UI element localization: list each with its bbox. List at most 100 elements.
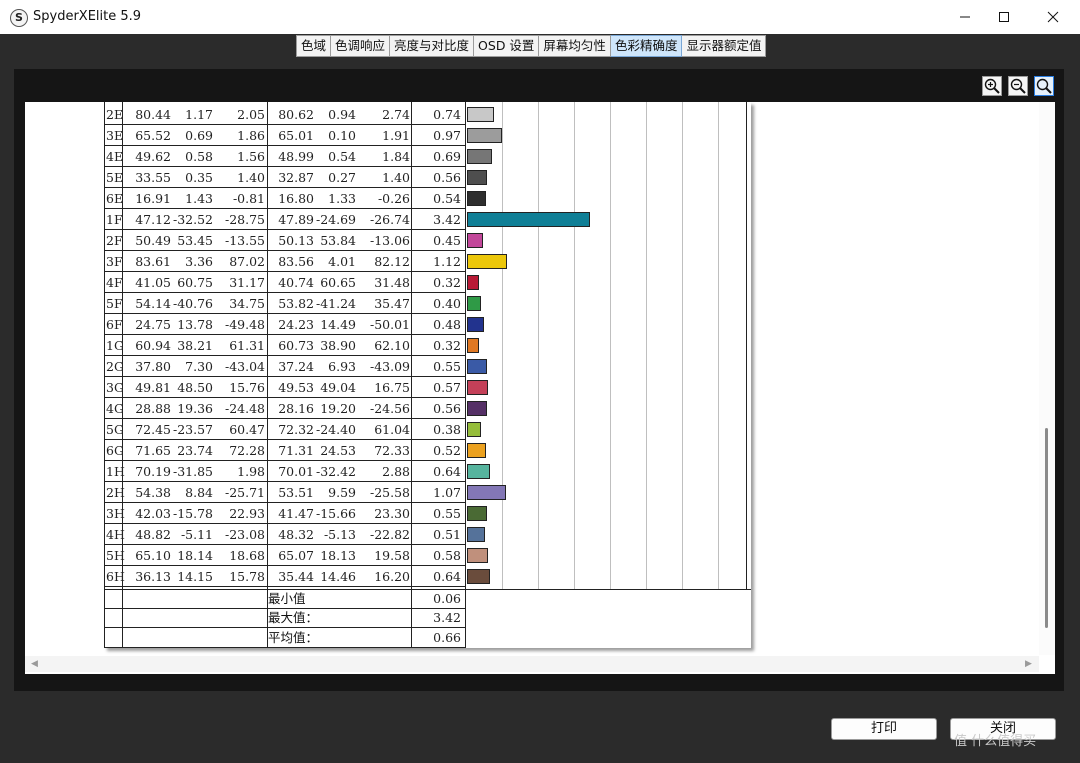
patch-id: 3E (106, 128, 124, 143)
maximize-button[interactable] (981, 0, 1027, 34)
delta-e-value: 0.45 (433, 233, 461, 248)
lab-value: -32.52 (172, 212, 213, 227)
window-title: SpyderXElite 5.9 (33, 9, 142, 24)
lab-value: 38.90 (320, 338, 356, 353)
delta-e-value: 0.40 (433, 296, 461, 311)
lab-value: 16.91 (135, 191, 171, 206)
lab-value: -31.85 (172, 464, 213, 479)
lab-value: -24.69 (315, 212, 356, 227)
table-row: 1F 47.12 -32.52 -28.75 47.89 -24.69 -26.74 3.42 (104, 209, 751, 230)
lab-value: 41.05 (135, 275, 171, 290)
tab-color-accuracy[interactable]: 色彩精确度 (610, 35, 683, 57)
lab-value: 65.52 (135, 128, 171, 143)
lab-value: 87.02 (229, 254, 265, 269)
close-icon (1047, 11, 1059, 23)
lab-value: 0.54 (328, 149, 356, 164)
lab-value: 72.33 (374, 443, 410, 458)
table-row: 5G 72.45 -23.57 60.47 72.32 -24.40 61.04 0.38 (104, 419, 751, 440)
lab-value: 24.75 (135, 317, 171, 332)
delta-e-value: 0.74 (433, 107, 461, 122)
lab-value: 1.40 (382, 170, 410, 185)
table-border (104, 102, 105, 648)
scroll-right-icon[interactable]: ▶ (1025, 656, 1032, 672)
app-logo-icon: S (10, 9, 28, 27)
lab-value: 1.33 (328, 191, 356, 206)
horizontal-scrollbar[interactable]: ◀ ▶ (25, 656, 1039, 672)
delta-e-bar (467, 380, 488, 395)
avg-value: 0.66 (433, 630, 461, 645)
tab-tone-response[interactable]: 色调响应 (331, 35, 391, 57)
delta-e-bar (467, 212, 591, 227)
table-row: 5E 33.55 0.35 1.40 32.87 0.27 1.40 0.56 (104, 167, 751, 188)
lab-value: 53.84 (320, 233, 356, 248)
lab-value: 2.74 (382, 107, 410, 122)
lab-value: 16.80 (278, 191, 314, 206)
tab-bar: 色域 色调响应 亮度与对比度 OSD 设置 屏幕均匀性 色彩精确度 显示器额定值 (296, 34, 767, 58)
zoom-out-button[interactable] (1008, 76, 1028, 96)
lab-value: 70.19 (135, 464, 171, 479)
delta-e-value: 0.57 (433, 380, 461, 395)
lab-value: 54.14 (135, 296, 171, 311)
lab-value: 37.80 (135, 359, 171, 374)
lab-value: 53.51 (278, 485, 314, 500)
min-value: 0.06 (433, 591, 461, 606)
delta-e-bar (467, 254, 508, 269)
lab-value: 60.73 (278, 338, 314, 353)
lab-value: 19.36 (177, 401, 213, 416)
lab-value: -5.13 (323, 527, 356, 542)
lab-value: 48.82 (135, 527, 171, 542)
lab-value: 14.15 (177, 569, 213, 584)
lab-value: 60.47 (229, 422, 265, 437)
lab-value: -43.09 (369, 359, 410, 374)
lab-value: 36.13 (135, 569, 171, 584)
lab-value: 15.76 (229, 380, 265, 395)
scroll-left-icon[interactable]: ◀ (31, 656, 38, 672)
lab-value: 1.56 (237, 149, 265, 164)
lab-value: -25.71 (224, 485, 265, 500)
delta-e-bar (467, 422, 481, 437)
maximize-icon (999, 12, 1009, 22)
lab-value: -0.81 (232, 191, 265, 206)
lab-value: 32.87 (278, 170, 314, 185)
table-row: 4E 49.62 0.58 1.56 48.99 0.54 1.84 0.69 (104, 146, 751, 167)
tab-gamut[interactable]: 色域 (296, 35, 332, 57)
lab-value: 65.07 (278, 548, 314, 563)
lab-value: 18.14 (177, 548, 213, 563)
delta-e-bar (467, 527, 486, 542)
lab-value: 38.21 (177, 338, 213, 353)
lab-value: 53.82 (278, 296, 314, 311)
lab-value: 28.88 (135, 401, 171, 416)
lab-value: 1.86 (237, 128, 265, 143)
delta-e-bar (467, 275, 479, 290)
table-row: 3G 49.81 48.50 15.76 49.53 49.04 16.75 0.57 (104, 377, 751, 398)
delta-e-bar (467, 569, 491, 584)
vertical-scroll-thumb[interactable] (1045, 428, 1048, 628)
delta-e-bar (467, 338, 479, 353)
tab-brightness-contrast[interactable]: 亮度与对比度 (390, 35, 475, 57)
zoom-fit-button[interactable] (1034, 76, 1054, 96)
tab-display-rating[interactable]: 显示器额定值 (682, 35, 767, 57)
zoom-out-icon (1010, 78, 1026, 94)
delta-e-bar (467, 149, 492, 164)
tab-uniformity[interactable]: 屏幕均匀性 (539, 35, 611, 57)
lab-value: 62.10 (374, 338, 410, 353)
tab-osd-settings[interactable]: OSD 设置 (474, 35, 540, 57)
close-window-button[interactable] (1030, 0, 1076, 34)
lab-value: 19.20 (320, 401, 356, 416)
lab-value: 1.43 (185, 191, 213, 206)
report-page: 2E 80.44 1.17 2.05 80.62 0.94 2.74 0.74 3E 65.52 0… (104, 102, 751, 648)
lab-value: 23.74 (177, 443, 213, 458)
zoom-in-button[interactable] (982, 76, 1002, 96)
lab-value: 8.84 (185, 485, 213, 500)
delta-e-bar (467, 107, 494, 122)
lab-value: 50.49 (135, 233, 171, 248)
max-value: 3.42 (433, 610, 461, 625)
lab-value: 6.93 (328, 359, 356, 374)
delta-e-bar (467, 128, 502, 143)
title-bar: S SpyderXElite 5.9 (0, 0, 1080, 34)
lab-value: 16.75 (374, 380, 410, 395)
lab-value: 60.75 (177, 275, 213, 290)
patch-id: 4F (106, 275, 123, 290)
print-button[interactable]: 打印 (831, 718, 937, 740)
table-border (465, 102, 466, 648)
